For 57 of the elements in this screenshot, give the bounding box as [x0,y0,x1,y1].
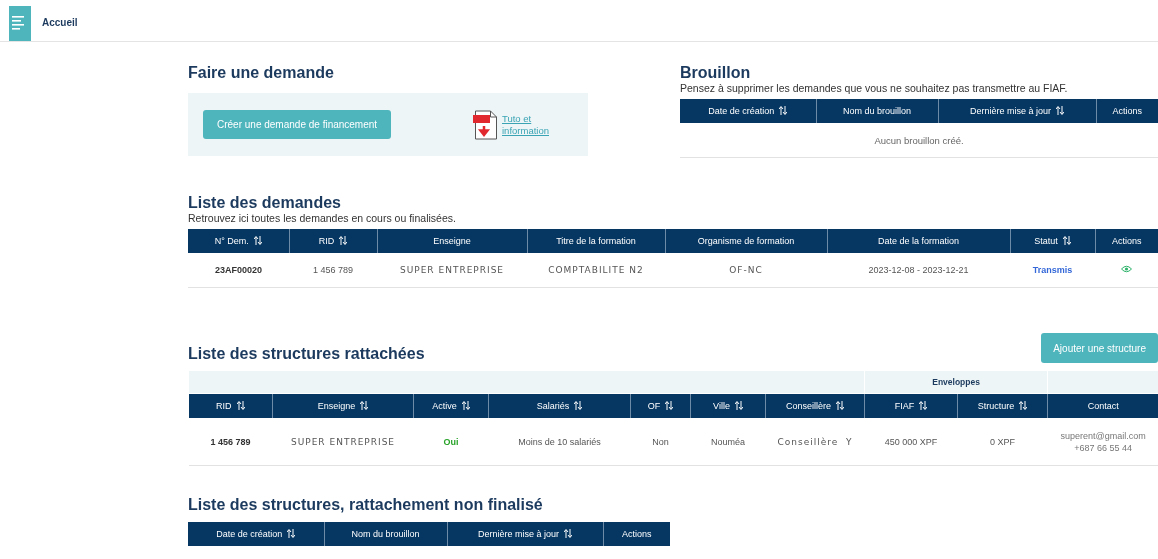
section-subtitle: Retrouvez ici toutes les demandes en cours ou finalisées. [188,212,457,225]
column-header: Contact [1047,393,1158,418]
page-title: Accueil [42,17,78,28]
column-header: Nom du brouillon [324,522,447,546]
column-header[interactable]: Date de création [680,99,816,123]
table-cell: 1 456 789 [188,418,273,466]
table-cell: 450 000 XPF [864,418,958,466]
column-header: Date de la formation [827,229,1010,253]
column-header[interactable]: OF [630,393,691,418]
table-cell: SUPER ENTREPRISE [377,253,527,288]
section-title: Liste des structures, rattachement non finalisé [188,496,544,514]
column-header[interactable]: Dernière mise à jour [938,99,1096,123]
table-cell: 0 XPF [957,418,1048,466]
column-header[interactable]: Structure [957,393,1048,418]
view-icon[interactable] [1121,265,1132,273]
section-title: Brouillon [680,64,752,82]
column-header: Titre de la formation [527,229,665,253]
contact-text: superent@gmail.com [1059,429,1147,442]
menu-icon[interactable] [9,6,31,41]
column-group-header: Enveloppes [864,371,1048,394]
table-cell: OF-NC [665,253,827,288]
column-header: Enseigne [377,229,527,253]
pdf-file-icon[interactable] [472,109,498,140]
table-cell: Moins de 10 salariés [488,418,631,466]
contact-text: +687 66 55 44 [1073,441,1133,454]
section-title: Liste des demandes [188,194,342,212]
column-header[interactable]: RID [188,393,273,418]
column-header: Organisme de formation [665,229,827,253]
table-cell: Nouméa [690,418,766,466]
column-header[interactable]: Statut [1010,229,1095,253]
column-header: Actions [1095,229,1158,253]
table-cell: 2023-12-08 - 2023-12-21 [827,253,1010,288]
table-cell: 1 456 789 [289,253,377,288]
table-cell: SUPER ENTREPRISE [272,418,414,466]
column-header[interactable]: Ville [690,393,766,418]
column-header[interactable]: Salariés [488,393,631,418]
column-header[interactable]: RID [289,229,377,253]
column-header[interactable]: Enseigne [272,393,414,418]
column-header: Actions [1096,99,1158,123]
column-header[interactable]: N° Dem. [188,229,289,253]
column-header[interactable]: Date de création [188,522,324,546]
column-header[interactable]: FIAF [864,393,958,418]
table-cell: COMPTABILITE N2 [527,253,665,288]
empty-message: Aucun brouillon créé. [680,123,1158,158]
column-header: Nom du brouillon [816,99,938,123]
table-cell: Conseillère Y [765,418,865,466]
table-cell: Oui [413,418,489,466]
table-cell: 23AF00020 [188,253,289,288]
table-cell: Transmis [1010,253,1095,288]
section-title: Faire une demande [188,64,335,82]
column-header[interactable]: Dernière mise à jour [447,522,603,546]
table-cell: Non [630,418,691,466]
column-header[interactable]: Active [413,393,489,418]
section-subtitle: Pensez à supprimer les demandes que vous ne souhaitez pas transmettre au FIAF. [680,82,1069,95]
section-title: Liste des structures rattachées [188,345,425,363]
column-header: Actions [603,522,670,546]
column-header[interactable]: Conseillère [765,393,865,418]
